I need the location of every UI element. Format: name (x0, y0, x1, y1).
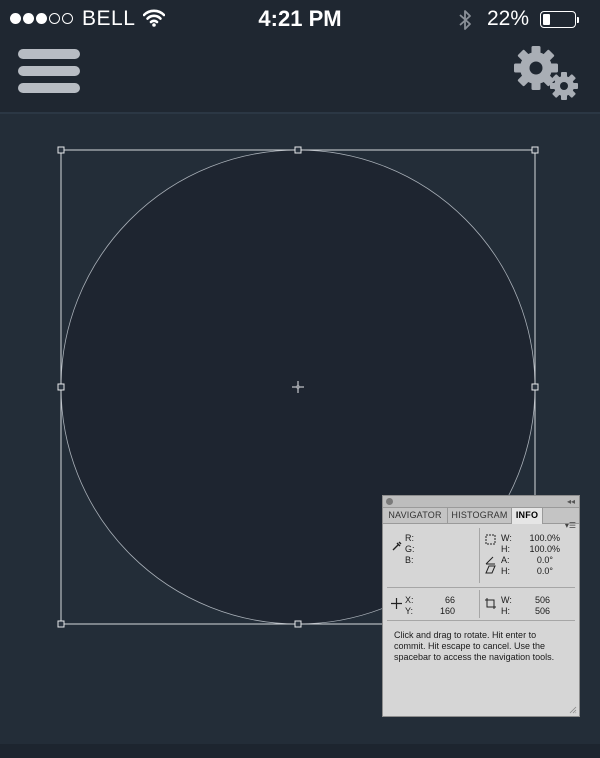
position-x-label: X: (405, 595, 414, 605)
angle-icon (485, 556, 495, 565)
tab-histogram[interactable]: HISTOGRAM (448, 508, 512, 523)
scale-icon (485, 534, 496, 545)
size-w-value: 506 (534, 595, 550, 605)
transform-handle-right (531, 383, 539, 391)
tab-navigator[interactable]: NAVIGATOR (383, 508, 448, 523)
panel-divider (479, 590, 480, 618)
panel-divider (479, 528, 480, 583)
r-label: R: (405, 533, 414, 543)
scale-w-label: W: (501, 533, 512, 543)
tab-info[interactable]: INFO (512, 508, 543, 524)
angle-a-value: 0.0° (536, 555, 553, 565)
transform-handle-left (57, 383, 65, 391)
scale-h-label: H: (501, 544, 510, 554)
position-y-value: 160 (439, 606, 455, 616)
transform-handle-bottom (294, 620, 302, 628)
size-h-label: H: (501, 606, 510, 616)
info-panel[interactable]: ◂◂ NAVIGATOR HISTOGRAM INFO ▾☰ R: G: B: … (382, 495, 580, 717)
skew-icon (485, 565, 496, 574)
angle-h-value: 0.0° (536, 566, 553, 576)
size-w-label: W: (501, 595, 512, 605)
panel-titlebar[interactable]: ◂◂ (383, 496, 579, 508)
position-x-value: 66 (444, 595, 455, 605)
angle-a-label: A: (501, 555, 510, 565)
crosshair-icon (391, 598, 402, 609)
size-icon (485, 598, 496, 609)
size-h-value: 506 (534, 606, 550, 616)
scale-w-value: 100.0% (529, 533, 560, 543)
transform-handle-top-left (57, 146, 65, 154)
status-description: Click and drag to rotate. Hit enter to c… (394, 630, 555, 662)
transform-handle-top-right (531, 146, 539, 154)
g-label: G: (405, 544, 415, 554)
panel-tabs: NAVIGATOR HISTOGRAM INFO ▾☰ (383, 508, 579, 530)
panel-collapse-icon[interactable]: ◂◂ (567, 496, 575, 507)
angle-h-label: H: (501, 566, 510, 576)
resize-grip-icon[interactable] (569, 706, 577, 714)
panel-divider (387, 620, 575, 621)
scale-h-value: 100.0% (529, 544, 560, 554)
position-y-label: Y: (405, 606, 414, 616)
b-label: B: (405, 555, 414, 565)
transform-handle-bottom-left (57, 620, 65, 628)
panel-menu-icon[interactable]: ▾☰ (565, 521, 576, 530)
transform-handle-top (294, 146, 302, 154)
eyedropper-icon (392, 541, 402, 551)
panel-close-icon[interactable] (386, 498, 393, 505)
panel-divider (387, 587, 575, 588)
